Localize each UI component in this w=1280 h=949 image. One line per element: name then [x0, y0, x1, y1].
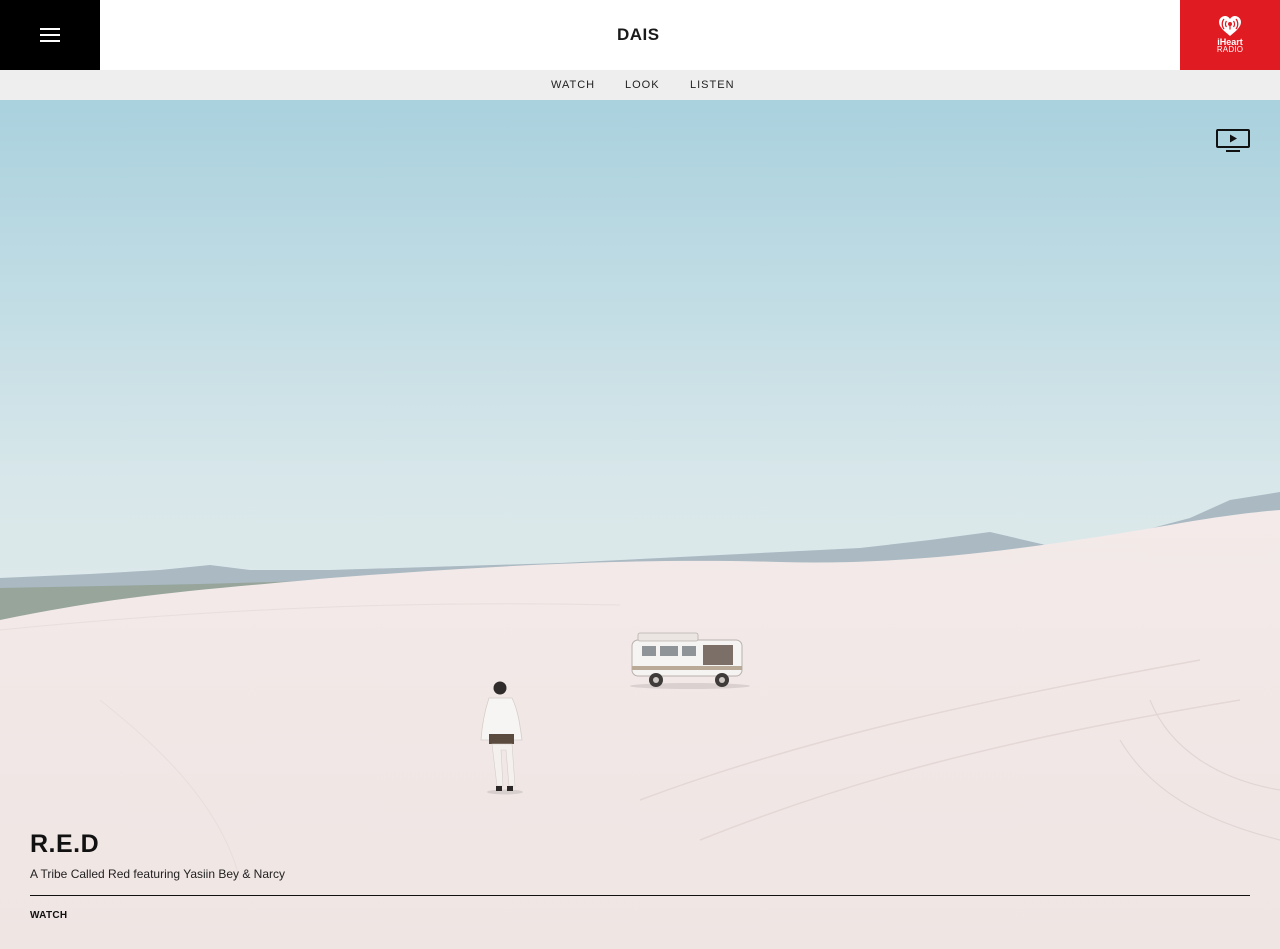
iheart-label-line2: RADIO: [1216, 45, 1244, 54]
nav-listen[interactable]: LISTEN: [690, 79, 735, 91]
tv-play-icon: [1216, 129, 1250, 152]
feature-subtitle: A Tribe Called Red featuring Yasiin Bey …: [30, 867, 286, 881]
video-mode-button[interactable]: [1216, 129, 1250, 153]
dais-logo[interactable]: DAIS: [617, 25, 663, 45]
nav-watch[interactable]: WATCH: [551, 79, 595, 91]
menu-icon-bar: [40, 28, 60, 30]
nav-look[interactable]: LOOK: [625, 79, 660, 91]
hero-image: [0, 100, 1280, 949]
hero-feature[interactable]: R.E.D A Tribe Called Red featuring Yasii…: [0, 100, 1280, 949]
feature-title[interactable]: R.E.D: [30, 829, 99, 859]
logo-text: DAIS: [617, 25, 660, 44]
menu-button[interactable]: [0, 0, 100, 70]
site-header: DAIS iHeart RADIO: [0, 0, 1280, 70]
section-nav: WATCH LOOK LISTEN: [0, 70, 1280, 100]
iheart-radio-button[interactable]: iHeart RADIO: [1180, 0, 1280, 70]
watch-link[interactable]: WATCH: [30, 910, 67, 922]
menu-icon-bar: [40, 34, 60, 36]
iheart-radio-icon: [1219, 16, 1241, 36]
menu-icon-bar: [40, 40, 60, 42]
caption-divider: [30, 895, 1250, 896]
